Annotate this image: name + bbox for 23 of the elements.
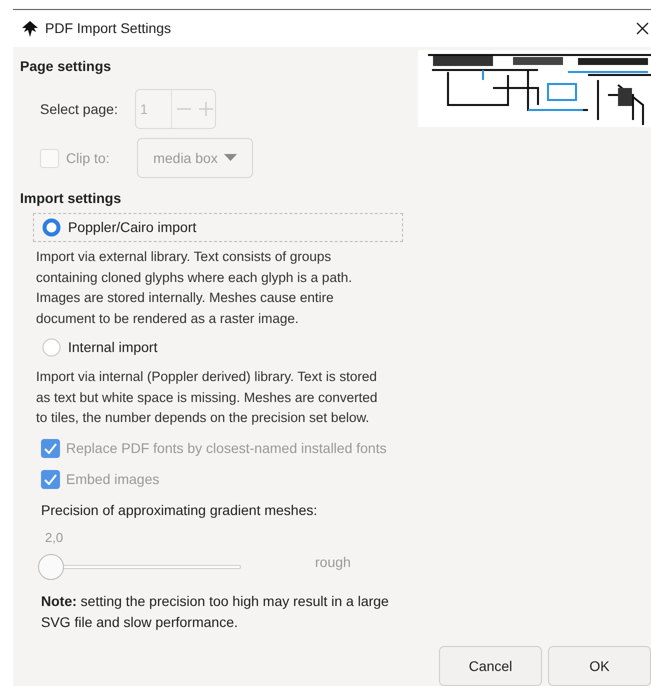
- window-title: PDF Import Settings: [45, 19, 172, 38]
- checkbox-label: Embed images: [66, 470, 160, 489]
- checkbox-label: Clip to:: [66, 148, 111, 168]
- caret-icon: [224, 154, 237, 162]
- option-description: Import via external library. Text consists of groups containing cloned glyphs where each glyph is a path. Images are stored internally. Meshes cause entire document to be rendered as a raster image.: [36, 248, 353, 328]
- radio-option[interactable]: Internal import: [33, 333, 403, 362]
- section-heading: Page settings: [20, 57, 112, 76]
- app-logo-icon: [21, 20, 39, 36]
- option-description: Import via internal (Poppler derived) library. Text is stored as text but white space is missing. Meshes are converted to tiles, the number depends on the precision set below.: [36, 368, 378, 427]
- section-heading: Import settings: [20, 189, 122, 208]
- slider-end-label: rough: [315, 552, 351, 572]
- dialog-button[interactable]: Cancel: [439, 646, 542, 686]
- field-label: Select page:: [40, 100, 119, 119]
- radio-option[interactable]: Poppler/Cairo import: [33, 213, 403, 242]
- slider-value: 2,0: [44, 528, 64, 546]
- note-text: Note: setting the precision too high may result in a large SVG file and slow performance.: [40, 592, 390, 632]
- close-icon[interactable]: [636, 22, 649, 35]
- slider-thumb[interactable]: [38, 554, 64, 580]
- checkbox-label: Replace PDF fonts by closest-named installed fonts: [66, 438, 387, 458]
- radio-icon[interactable]: [42, 218, 61, 237]
- slider-label: Precision of approximating gradient meshes:: [40, 500, 318, 520]
- radio-icon[interactable]: [42, 338, 61, 357]
- dialog-button[interactable]: OK: [548, 646, 651, 686]
